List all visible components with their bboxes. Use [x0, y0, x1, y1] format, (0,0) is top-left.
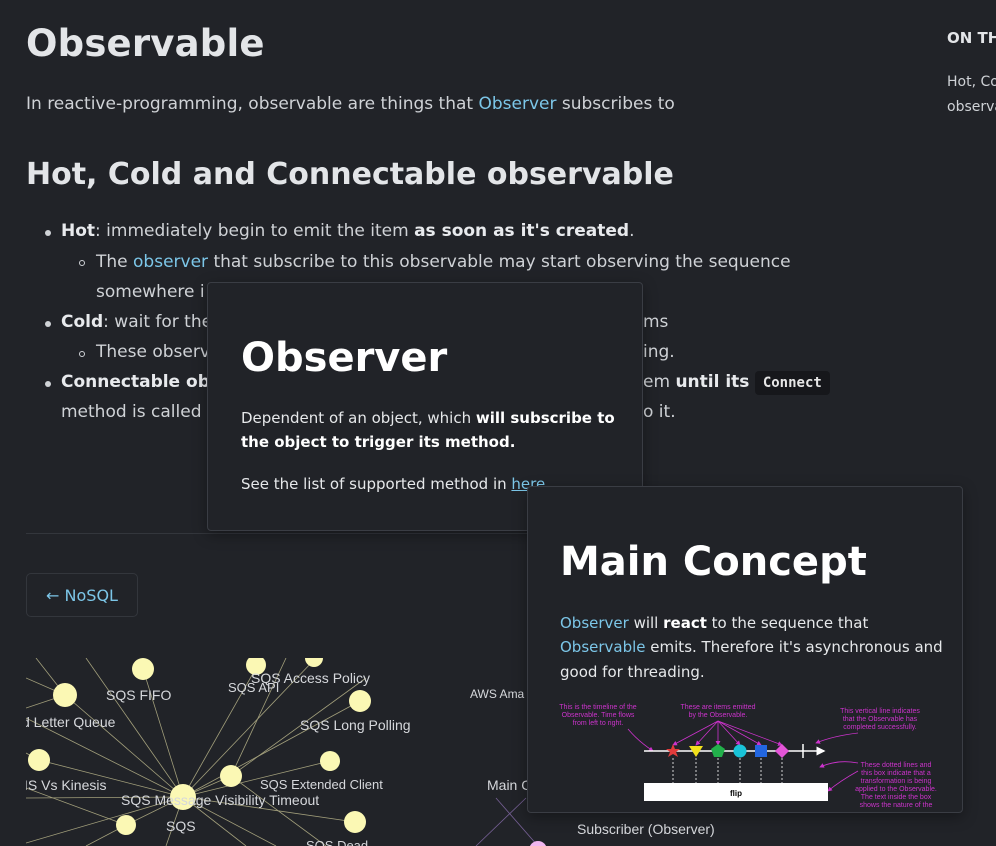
diagram-note: that the Observable has [843, 716, 918, 723]
graph-node-sqs-extended-client[interactable] [320, 751, 340, 771]
graph-node[interactable] [116, 815, 136, 835]
graph-node[interactable] [132, 658, 154, 680]
graph-label: SQS Dead [306, 838, 368, 846]
bullet-hot-sub: The observer that subscribe to this obse… [96, 252, 791, 272]
graph-label: AWS Ama [470, 687, 525, 701]
diagram-note: These are items emitted [680, 704, 755, 711]
graph-label: SQS Extended Client [260, 777, 383, 792]
connect-code: Connect [754, 371, 830, 395]
page-title: Observable [26, 22, 265, 65]
graph-label: SQS Long Polling [300, 717, 411, 733]
bullet-cold-tail: ms [643, 312, 669, 332]
graph-node-sqs-access-policy[interactable] [305, 658, 323, 667]
observable-link[interactable]: Observable [560, 638, 646, 656]
graph-label: Subscriber (Observer) [577, 821, 715, 837]
observer-link[interactable]: Observer [478, 94, 556, 114]
graph-label: d Letter Queue [26, 714, 116, 730]
graph-node-visibility-timeout[interactable] [220, 765, 242, 787]
observer-inline-link[interactable]: observer [133, 252, 208, 272]
graph-label: SQS Access Policy [251, 670, 370, 686]
popup-text-line: Observer will react to the sequence that [560, 614, 869, 632]
popup-text-line: Dependent of an object, which will subsc… [241, 409, 615, 427]
graph-label: SQS FIFO [106, 687, 171, 703]
bullet-hot: Hot: immediately begin to emit the item … [61, 221, 635, 241]
bullet-cold: Cold: wait for the [61, 312, 213, 332]
graph-label: SQS [166, 818, 196, 834]
operator-label: flip [730, 789, 742, 798]
sub-bullet-circle [79, 351, 85, 357]
diagram-note: This is the timeline of the [559, 704, 637, 711]
graph-node-vs-kinesis[interactable] [28, 749, 50, 771]
bullet-dot [45, 230, 51, 236]
bullet-cold-sub: These observ [96, 342, 210, 362]
graph-label: Main C [487, 777, 531, 793]
diagram-note: transformation is being [861, 778, 932, 785]
intro-text: In reactive-programming, observable are … [26, 94, 479, 114]
popup-title: Observer [241, 335, 448, 381]
sub-bullet-circle [79, 260, 85, 266]
observer-link[interactable]: Observer [560, 614, 629, 632]
marble-diagram: This is the timeline of the Observable. … [559, 704, 937, 809]
diagram-note: shows the nature of the [860, 802, 933, 809]
diagram-note: This vertical line indicates [840, 708, 920, 715]
diagram-note: Observable. Time flows [562, 712, 635, 719]
diagram-note: this box indicate that a [861, 770, 931, 777]
bullet-dot [45, 321, 51, 327]
graph-label: IS Vs Kinesis [26, 777, 106, 793]
toc-item[interactable]: Hot, Co [947, 74, 996, 90]
bullet-connectable-line2: method is called [61, 402, 202, 422]
main-concept-preview-popup[interactable]: Main Concept Observer will react to the … [527, 486, 963, 813]
bullet-connectable-tail: em until its Connect [643, 371, 830, 395]
intro-paragraph: In reactive-programming, observable are … [26, 94, 675, 114]
diagram-note: from left to right. [573, 720, 624, 727]
section-heading: Hot, Cold and Connectable observable [26, 157, 674, 192]
graph-node-sqs-long-polling[interactable] [349, 690, 371, 712]
bullet-connectable: Connectable obs [61, 372, 220, 392]
diagram-note: completed successfully. [843, 724, 916, 731]
bullet-cold-sub-tail: ing. [643, 342, 675, 362]
graph-node-purple[interactable] [529, 841, 547, 846]
intro-text-end: subscribes to [556, 94, 675, 114]
popup-text-line: Observable emits. Therefore it's asynchr… [560, 638, 943, 656]
toc-title: ON TH [947, 29, 996, 47]
toc-item[interactable]: observa [947, 99, 996, 115]
bullet-dot [45, 381, 51, 387]
graph-node-sqs-dead[interactable] [344, 811, 366, 833]
popup-text-line: the object to trigger its method. [241, 433, 516, 451]
popup-title: Main Concept [560, 539, 867, 585]
diagram-note: applied to the Observable. [855, 786, 937, 793]
graph-edges [26, 658, 367, 846]
bullet-connectable-line2-tail: o it. [643, 402, 676, 422]
popup-text-line: good for threading. [560, 663, 705, 681]
diagram-note: The text inside the box [861, 794, 932, 801]
bullet-hot-sub-line2: somewhere i [96, 282, 205, 302]
diagram-note: by the Observable. [689, 712, 748, 719]
prev-page-button[interactable]: ← NoSQL [26, 573, 138, 617]
graph-label: SQS Message Visibility Timeout [121, 792, 319, 808]
popup-text-line: See the list of supported method in here [241, 475, 546, 493]
graph-node-sqs-fifo[interactable] [53, 683, 77, 707]
diagram-note: These dotted lines and [861, 762, 932, 769]
